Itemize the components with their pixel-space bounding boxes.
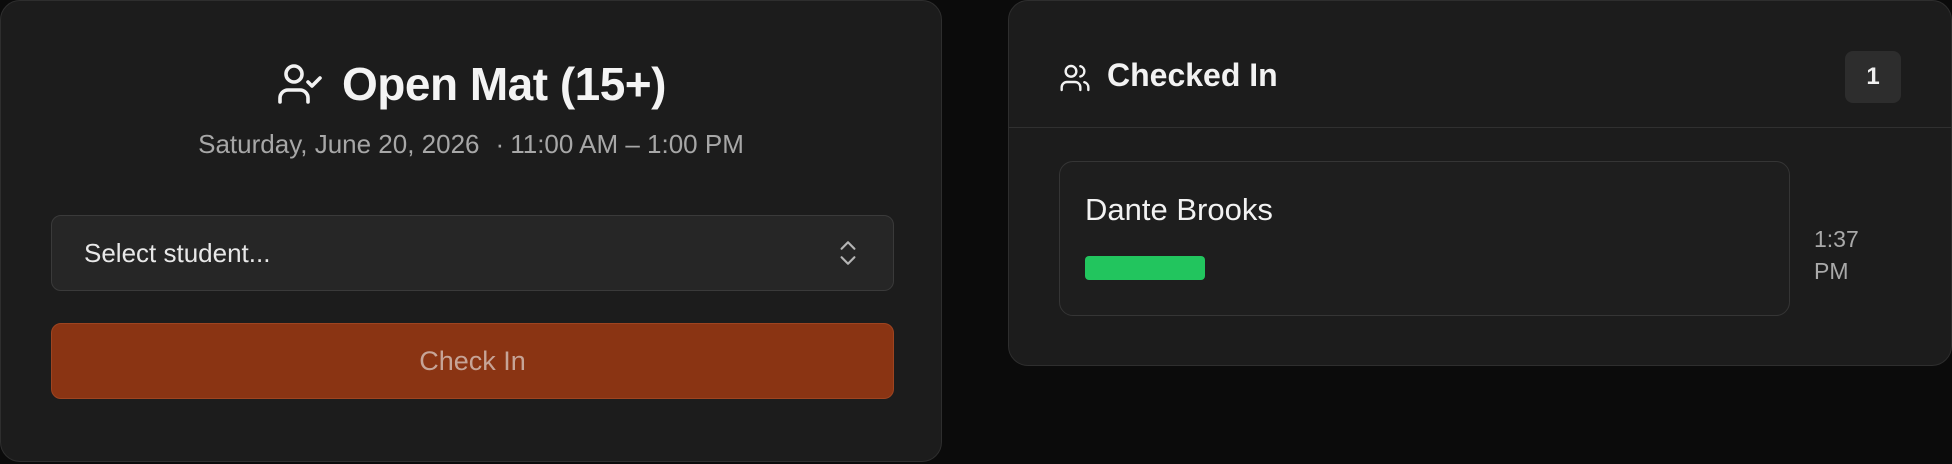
attendee-card[interactable]: Dante Brooks — [1059, 161, 1790, 316]
session-title: Open Mat (15+) — [341, 58, 667, 110]
checked-in-count-badge: 1 — [1845, 51, 1901, 103]
checkin-screen: Open Mat (15+) Saturday, June 20, 2026 · 1… — [0, 0, 1952, 464]
chevrons-up-down-icon — [840, 241, 856, 265]
users-icon — [1060, 64, 1090, 92]
session-schedule: Saturday, June 20, 2026 · 11:00 AM – 1:00 … — [1, 129, 941, 160]
user-check-icon — [278, 64, 322, 104]
checked-in-title: Checked In — [1107, 57, 1278, 93]
rank-belt-bar — [1085, 256, 1205, 280]
session-time-range: 11:00 AM – 1:00 PM — [510, 129, 744, 159]
student-select-placeholder: Select student... — [84, 237, 271, 268]
checkin-time-period: PM — [1814, 258, 1849, 284]
check-in-button[interactable]: Check In — [51, 323, 894, 399]
session-date: Saturday, June 20, 2026 — [198, 129, 480, 159]
session-header: Open Mat (15+) — [1, 53, 941, 115]
checked-in-header: Checked In 1 — [1009, 1, 1951, 128]
attendee-name: Dante Brooks — [1085, 192, 1273, 227]
schedule-separator: · — [495, 129, 505, 159]
checkin-time-value: 1:37 — [1814, 226, 1859, 252]
checked-in-card: Checked In 1 Dante Brooks 1:37 PM — [1008, 0, 1952, 366]
attendee-checkin-time: 1:37 PM — [1814, 223, 1884, 287]
student-select[interactable]: Select student... — [51, 215, 894, 291]
checkin-card: Open Mat (15+) Saturday, June 20, 2026 · 1… — [0, 0, 942, 462]
